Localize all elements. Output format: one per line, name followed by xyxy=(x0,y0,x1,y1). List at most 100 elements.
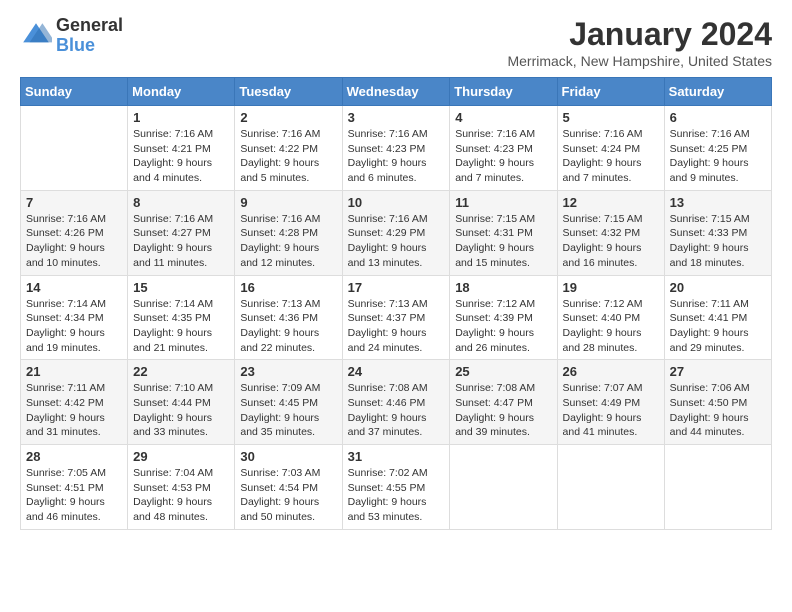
sunset-text: Sunset: 4:54 PM xyxy=(240,482,318,494)
sunrise-text: Sunrise: 7:11 AM xyxy=(670,298,749,310)
sunrise-text: Sunrise: 7:10 AM xyxy=(133,382,213,394)
calendar-cell: 5 Sunrise: 7:16 AM Sunset: 4:24 PM Dayli… xyxy=(557,106,664,191)
calendar-cell: 9 Sunrise: 7:16 AM Sunset: 4:28 PM Dayli… xyxy=(235,190,342,275)
col-tuesday: Tuesday xyxy=(235,78,342,106)
day-info: Sunrise: 7:12 AM Sunset: 4:40 PM Dayligh… xyxy=(563,297,659,356)
daylight-text: Daylight: 9 hours and 13 minutes. xyxy=(348,242,427,269)
sunset-text: Sunset: 4:23 PM xyxy=(348,143,426,155)
day-number: 22 xyxy=(133,364,229,379)
day-number: 2 xyxy=(240,110,336,125)
day-number: 24 xyxy=(348,364,445,379)
day-info: Sunrise: 7:16 AM Sunset: 4:23 PM Dayligh… xyxy=(348,127,445,186)
day-number: 13 xyxy=(670,195,766,210)
sunset-text: Sunset: 4:42 PM xyxy=(26,397,104,409)
calendar-cell: 27 Sunrise: 7:06 AM Sunset: 4:50 PM Dayl… xyxy=(664,360,771,445)
week-row-0: 1 Sunrise: 7:16 AM Sunset: 4:21 PM Dayli… xyxy=(21,106,772,191)
calendar-cell: 25 Sunrise: 7:08 AM Sunset: 4:47 PM Dayl… xyxy=(450,360,557,445)
sunrise-text: Sunrise: 7:02 AM xyxy=(348,467,428,479)
day-number: 7 xyxy=(26,195,122,210)
daylight-text: Daylight: 9 hours and 31 minutes. xyxy=(26,412,105,439)
sunset-text: Sunset: 4:24 PM xyxy=(563,143,641,155)
day-number: 30 xyxy=(240,449,336,464)
logo-text: General Blue xyxy=(56,16,123,56)
day-number: 4 xyxy=(455,110,551,125)
sunset-text: Sunset: 4:22 PM xyxy=(240,143,318,155)
day-info: Sunrise: 7:16 AM Sunset: 4:28 PM Dayligh… xyxy=(240,212,336,271)
header-row: Sunday Monday Tuesday Wednesday Thursday… xyxy=(21,78,772,106)
day-info: Sunrise: 7:16 AM Sunset: 4:26 PM Dayligh… xyxy=(26,212,122,271)
sunrise-text: Sunrise: 7:15 AM xyxy=(563,213,643,225)
daylight-text: Daylight: 9 hours and 53 minutes. xyxy=(348,496,427,523)
sunrise-text: Sunrise: 7:13 AM xyxy=(348,298,428,310)
daylight-text: Daylight: 9 hours and 16 minutes. xyxy=(563,242,642,269)
sunrise-text: Sunrise: 7:16 AM xyxy=(455,128,535,140)
day-number: 6 xyxy=(670,110,766,125)
day-info: Sunrise: 7:16 AM Sunset: 4:27 PM Dayligh… xyxy=(133,212,229,271)
day-number: 26 xyxy=(563,364,659,379)
day-number: 8 xyxy=(133,195,229,210)
daylight-text: Daylight: 9 hours and 10 minutes. xyxy=(26,242,105,269)
logo-line2: Blue xyxy=(56,36,123,56)
calendar-cell xyxy=(664,445,771,530)
col-sunday: Sunday xyxy=(21,78,128,106)
day-number: 18 xyxy=(455,280,551,295)
day-number: 12 xyxy=(563,195,659,210)
calendar-cell: 8 Sunrise: 7:16 AM Sunset: 4:27 PM Dayli… xyxy=(128,190,235,275)
daylight-text: Daylight: 9 hours and 19 minutes. xyxy=(26,327,105,354)
day-info: Sunrise: 7:13 AM Sunset: 4:37 PM Dayligh… xyxy=(348,297,445,356)
day-number: 28 xyxy=(26,449,122,464)
daylight-text: Daylight: 9 hours and 7 minutes. xyxy=(563,157,642,184)
week-row-3: 21 Sunrise: 7:11 AM Sunset: 4:42 PM Dayl… xyxy=(21,360,772,445)
sunrise-text: Sunrise: 7:04 AM xyxy=(133,467,213,479)
sunrise-text: Sunrise: 7:14 AM xyxy=(26,298,106,310)
month-title: January 2024 xyxy=(507,16,772,53)
day-info: Sunrise: 7:15 AM Sunset: 4:32 PM Dayligh… xyxy=(563,212,659,271)
sunset-text: Sunset: 4:46 PM xyxy=(348,397,426,409)
sunrise-text: Sunrise: 7:16 AM xyxy=(26,213,106,225)
sunrise-text: Sunrise: 7:06 AM xyxy=(670,382,750,394)
day-info: Sunrise: 7:04 AM Sunset: 4:53 PM Dayligh… xyxy=(133,466,229,525)
col-friday: Friday xyxy=(557,78,664,106)
daylight-text: Daylight: 9 hours and 26 minutes. xyxy=(455,327,534,354)
calendar-cell xyxy=(21,106,128,191)
sunrise-text: Sunrise: 7:16 AM xyxy=(348,128,428,140)
calendar-cell: 21 Sunrise: 7:11 AM Sunset: 4:42 PM Dayl… xyxy=(21,360,128,445)
sunrise-text: Sunrise: 7:16 AM xyxy=(133,213,213,225)
sunrise-text: Sunrise: 7:12 AM xyxy=(455,298,535,310)
daylight-text: Daylight: 9 hours and 21 minutes. xyxy=(133,327,212,354)
sunrise-text: Sunrise: 7:16 AM xyxy=(348,213,428,225)
calendar-cell: 29 Sunrise: 7:04 AM Sunset: 4:53 PM Dayl… xyxy=(128,445,235,530)
day-number: 27 xyxy=(670,364,766,379)
daylight-text: Daylight: 9 hours and 9 minutes. xyxy=(670,157,749,184)
day-info: Sunrise: 7:11 AM Sunset: 4:42 PM Dayligh… xyxy=(26,381,122,440)
calendar-cell: 13 Sunrise: 7:15 AM Sunset: 4:33 PM Dayl… xyxy=(664,190,771,275)
sunset-text: Sunset: 4:21 PM xyxy=(133,143,211,155)
sunset-text: Sunset: 4:50 PM xyxy=(670,397,748,409)
page-header: General Blue January 2024 Merrimack, New… xyxy=(20,16,772,69)
daylight-text: Daylight: 9 hours and 7 minutes. xyxy=(455,157,534,184)
calendar-table: Sunday Monday Tuesday Wednesday Thursday… xyxy=(20,77,772,530)
calendar-cell: 11 Sunrise: 7:15 AM Sunset: 4:31 PM Dayl… xyxy=(450,190,557,275)
day-info: Sunrise: 7:10 AM Sunset: 4:44 PM Dayligh… xyxy=(133,381,229,440)
sunrise-text: Sunrise: 7:16 AM xyxy=(240,128,320,140)
col-monday: Monday xyxy=(128,78,235,106)
day-number: 5 xyxy=(563,110,659,125)
calendar-cell: 19 Sunrise: 7:12 AM Sunset: 4:40 PM Dayl… xyxy=(557,275,664,360)
calendar-cell: 14 Sunrise: 7:14 AM Sunset: 4:34 PM Dayl… xyxy=(21,275,128,360)
sunrise-text: Sunrise: 7:08 AM xyxy=(455,382,535,394)
sunrise-text: Sunrise: 7:12 AM xyxy=(563,298,643,310)
day-info: Sunrise: 7:16 AM Sunset: 4:22 PM Dayligh… xyxy=(240,127,336,186)
sunset-text: Sunset: 4:36 PM xyxy=(240,312,318,324)
calendar-cell: 20 Sunrise: 7:11 AM Sunset: 4:41 PM Dayl… xyxy=(664,275,771,360)
day-number: 21 xyxy=(26,364,122,379)
day-info: Sunrise: 7:15 AM Sunset: 4:31 PM Dayligh… xyxy=(455,212,551,271)
day-number: 3 xyxy=(348,110,445,125)
day-number: 23 xyxy=(240,364,336,379)
sunrise-text: Sunrise: 7:16 AM xyxy=(563,128,643,140)
week-row-4: 28 Sunrise: 7:05 AM Sunset: 4:51 PM Dayl… xyxy=(21,445,772,530)
calendar-cell xyxy=(450,445,557,530)
calendar-cell: 7 Sunrise: 7:16 AM Sunset: 4:26 PM Dayli… xyxy=(21,190,128,275)
col-saturday: Saturday xyxy=(664,78,771,106)
day-info: Sunrise: 7:16 AM Sunset: 4:29 PM Dayligh… xyxy=(348,212,445,271)
calendar-cell: 31 Sunrise: 7:02 AM Sunset: 4:55 PM Dayl… xyxy=(342,445,450,530)
